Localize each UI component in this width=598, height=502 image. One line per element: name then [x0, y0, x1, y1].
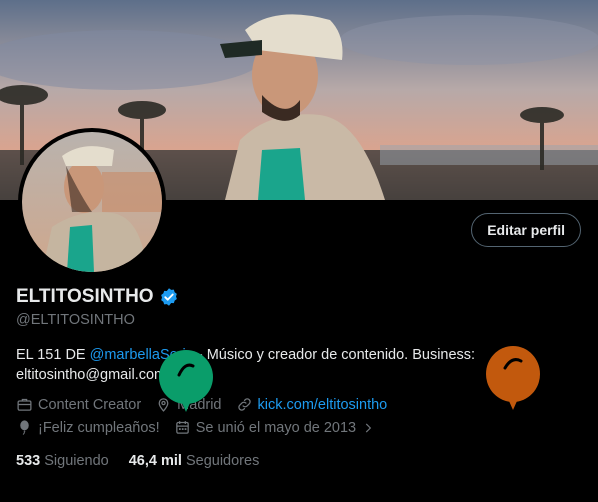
link-icon: [237, 398, 251, 411]
verified-badge-icon[interactable]: [159, 287, 179, 307]
joined-label: Se unió el mayo de 2013: [195, 419, 357, 436]
orange-balloon-icon: [486, 346, 540, 410]
profile-meta-row-2: ¡Feliz cumpleaños! Se unió el mayo de 20…: [16, 419, 389, 436]
followers-link[interactable]: 46,4 mil Seguidores: [129, 453, 260, 469]
avatar[interactable]: [18, 128, 166, 276]
followers-count: 46,4 mil: [128, 453, 182, 469]
briefcase-icon: [17, 398, 32, 411]
website-link[interactable]: kick.com/eltitosintho: [258, 397, 388, 413]
following-link[interactable]: 533 Siguiendo: [16, 453, 109, 469]
green-balloon-icon: [159, 350, 213, 412]
name-row: ELTITOSINTHO: [16, 286, 179, 308]
calendar-icon: [175, 421, 189, 434]
birthday-item: ¡Feliz cumpleaños!: [16, 419, 160, 436]
following-count: 533: [16, 453, 41, 469]
joined-item[interactable]: Se unió el mayo de 2013: [174, 419, 375, 436]
followers-label: Seguidores: [185, 453, 260, 469]
website-item: kick.com/eltitosintho: [236, 396, 388, 413]
handle: @ELTITOSINTHO: [16, 312, 135, 328]
edit-profile-button[interactable]: Editar perfil: [471, 213, 581, 247]
category-item: Content Creator: [16, 396, 141, 413]
birthday-label: ¡Feliz cumpleaños!: [38, 419, 160, 436]
follow-stats: 533 Siguiendo 46,4 mil Seguidores: [16, 453, 259, 469]
display-name: ELTITOSINTHO: [16, 286, 154, 307]
avatar-photo: [22, 132, 162, 272]
balloon-icon: [20, 420, 29, 435]
category-label: Content Creator: [38, 396, 142, 413]
following-label: Siguiendo: [44, 453, 109, 469]
bio-text-prefix: EL 151 DE: [16, 347, 90, 363]
chevron-right-icon: [365, 423, 372, 432]
